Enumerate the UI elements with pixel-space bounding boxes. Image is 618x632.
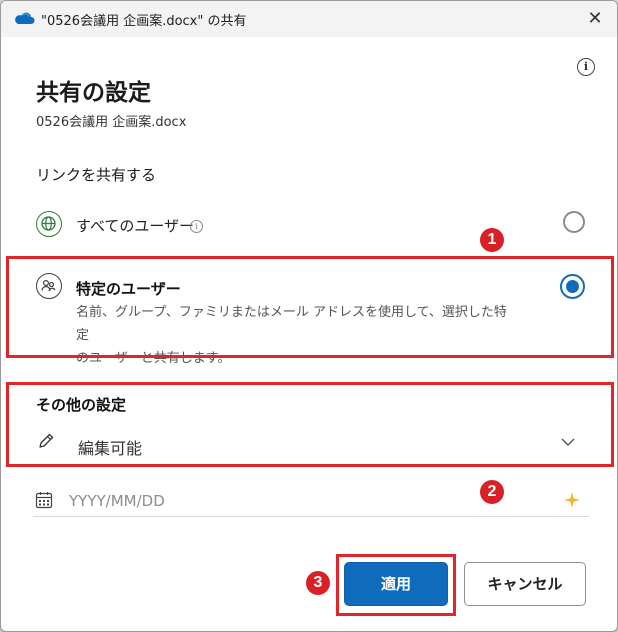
callout-box-other-settings xyxy=(6,382,614,467)
share-dialog: "0526会議用 企画案.docx" の共有 ✕ i 共有の設定 0526会議用… xyxy=(0,0,618,632)
window-title: "0526会議用 企画案.docx" の共有 xyxy=(41,14,247,29)
option-everyone-label: すべてのユーザー xyxy=(76,217,195,235)
title-bar: "0526会議用 企画案.docx" の共有 ✕ xyxy=(1,1,617,37)
date-field-underline xyxy=(33,516,589,517)
close-icon[interactable]: ✕ xyxy=(583,7,607,31)
dialog-heading: 共有の設定 xyxy=(36,80,151,106)
step-badge-2: 2 xyxy=(480,480,504,504)
cancel-button[interactable]: キャンセル xyxy=(464,562,586,606)
callout-box-apply xyxy=(336,554,456,616)
callout-box-specific-users xyxy=(6,256,614,358)
everyone-info-icon[interactable]: i xyxy=(190,220,203,233)
file-name: 0526会議用 企画案.docx xyxy=(36,115,187,130)
link-section-label: リンクを共有する xyxy=(36,166,157,184)
calendar-icon xyxy=(35,492,53,509)
step-badge-1: 1 xyxy=(480,228,504,252)
info-icon[interactable]: i xyxy=(577,58,595,76)
step-badge-3: 3 xyxy=(306,571,330,595)
radio-everyone[interactable] xyxy=(563,211,585,233)
expiration-date-input[interactable] xyxy=(69,488,369,514)
globe-icon xyxy=(36,211,62,237)
onedrive-cloud-icon xyxy=(15,12,35,24)
sparkle-icon xyxy=(564,492,580,508)
